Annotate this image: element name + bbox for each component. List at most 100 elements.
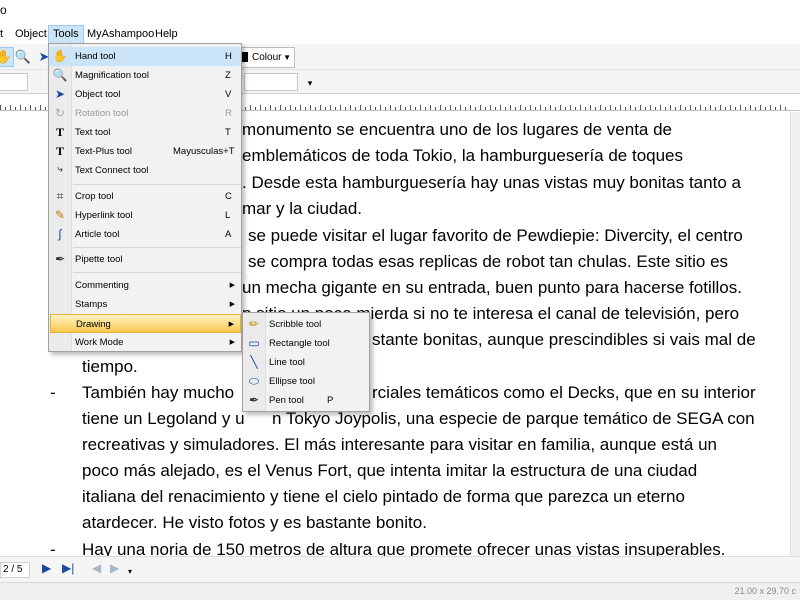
menu-item-ellipse-tool[interactable]: ⬭ Ellipse tool — [243, 372, 369, 391]
ruler-tick — [275, 107, 276, 110]
menu-item-line-tool[interactable]: ╲ Line tool — [243, 353, 369, 372]
menu-item-drawing[interactable]: Drawing ▶ — [50, 314, 241, 333]
menu-item-rectangle-tool[interactable]: ▭ Rectangle tool — [243, 334, 369, 353]
ruler-tick — [455, 107, 456, 110]
chevron-down-icon: ▼ — [283, 53, 291, 62]
menu-item-stamps[interactable]: Stamps ▶ — [49, 295, 241, 314]
ruler-tick — [345, 107, 346, 110]
next-page-icon[interactable]: ▶ — [42, 561, 51, 575]
ruler-tick — [560, 105, 561, 110]
ruler-tick — [565, 107, 566, 110]
ruler-tick — [330, 105, 331, 110]
magnifier-button[interactable]: 🔍 — [13, 47, 33, 67]
ruler-tick — [505, 107, 506, 110]
menu-item-work-mode[interactable]: Work Mode ▶ — [49, 333, 241, 352]
ruler-tick — [400, 105, 401, 110]
menu-item-article-tool[interactable]: ∫ Article tool A — [49, 225, 241, 244]
menu-item-pen-tool[interactable]: ✒ Pen tool P — [243, 391, 369, 410]
menu-item-commenting[interactable]: Commenting ▶ — [49, 276, 241, 295]
menu-item-crop-tool[interactable]: ⌗ Crop tool C — [49, 187, 241, 206]
doc-line: mar y la ciudad. — [242, 199, 362, 218]
article-icon: ∫ — [58, 227, 62, 241]
ruler-tick — [600, 105, 601, 110]
forward-icon[interactable]: ▶ — [110, 561, 119, 575]
menu-bar: t Object Tools MyAshampoo Help — [0, 25, 800, 44]
submenu-arrow-icon: ▶ — [229, 282, 235, 289]
vertical-scrollbar[interactable] — [790, 112, 800, 556]
menu-item-hyperlink-tool[interactable]: ✎ Hyperlink tool L — [49, 206, 241, 225]
ruler-tick — [340, 105, 341, 110]
ruler-tick — [40, 105, 41, 110]
menu-item-text-tool[interactable]: T Text tool T — [49, 123, 241, 142]
ruler-tick — [745, 107, 746, 110]
ruler-tick — [635, 107, 636, 110]
ruler-tick — [410, 105, 411, 110]
menu-item-scribble-tool[interactable]: ✏ Scribble tool — [243, 315, 369, 334]
ruler-tick — [765, 107, 766, 110]
magnifier-icon: 🔍 — [52, 68, 68, 82]
back-icon[interactable]: ◀ — [92, 561, 101, 575]
ruler-tick — [730, 105, 731, 110]
page-navigation-bar: 2 / 5 ▶ ▶| ◀ ▶ ▾ — [0, 556, 800, 582]
ellipse-icon: ⬭ — [248, 374, 260, 388]
ruler-tick — [750, 105, 751, 110]
text-connect-icon: ⤷ — [57, 164, 63, 175]
menu-help[interactable]: Help — [151, 25, 182, 44]
ruler-tick — [610, 105, 611, 110]
last-page-icon[interactable]: ▶| — [62, 561, 74, 575]
submenu-arrow-icon: ▶ — [229, 301, 235, 308]
ruler-tick — [525, 107, 526, 110]
colour-dropdown[interactable]: Colour ▼ — [233, 47, 295, 68]
ruler-tick — [510, 105, 511, 110]
ruler-tick — [250, 105, 251, 110]
menu-item-text-plus-tool[interactable]: T Text-Plus tool Mayusculas+T — [49, 142, 241, 161]
ruler-tick — [465, 107, 466, 110]
ruler-tick — [760, 105, 761, 110]
text-plus-icon: T — [55, 144, 64, 158]
ruler-tick — [435, 107, 436, 110]
menu-tools[interactable]: Tools — [48, 25, 84, 44]
menu-myashampoo[interactable]: MyAshampoo — [83, 25, 158, 44]
menu-item-text-connect-tool[interactable]: ⤷ Text Connect tool — [49, 161, 241, 180]
ruler-tick — [545, 107, 546, 110]
ruler-tick — [445, 107, 446, 110]
menu-item-pipette-tool[interactable]: ✒ Pipette tool — [49, 250, 241, 269]
menu-edit[interactable]: t — [0, 25, 7, 44]
menu-separator — [73, 184, 241, 185]
ruler-tick — [675, 107, 676, 110]
hand-tool-button[interactable]: ✋ — [0, 47, 14, 67]
menu-object[interactable]: Object — [11, 25, 51, 44]
ruler-tick — [770, 105, 771, 110]
doc-line: se compra todas esas replicas de robot t… — [248, 252, 729, 271]
ruler-tick — [570, 105, 571, 110]
doc-line: italiana del renacimiento y tiene el cie… — [82, 487, 685, 506]
menu-item-hand-tool[interactable]: ✋ Hand tool H — [49, 47, 241, 66]
ruler-tick — [605, 107, 606, 110]
font-field[interactable] — [0, 73, 28, 91]
chevron-down-icon[interactable]: ▾ — [128, 567, 132, 576]
ruler-tick — [420, 105, 421, 110]
ruler-tick — [625, 107, 626, 110]
doc-line: tiene un Legoland y u — [82, 409, 245, 428]
line-icon: ╲ — [250, 355, 258, 369]
ruler-tick — [715, 107, 716, 110]
pen-icon: ✒ — [248, 393, 260, 407]
ruler-tick — [470, 105, 471, 110]
menu-item-object-tool[interactable]: ➤ Object tool V — [49, 85, 241, 104]
ruler-tick — [690, 105, 691, 110]
ruler-tick — [665, 107, 666, 110]
ruler-tick — [710, 105, 711, 110]
menu-item-magnification-tool[interactable]: 🔍 Magnification tool Z — [49, 66, 241, 85]
size-field[interactable] — [244, 73, 298, 91]
ruler-tick — [450, 105, 451, 110]
ruler-tick — [315, 107, 316, 110]
ruler-tick — [375, 107, 376, 110]
ruler-tick — [535, 107, 536, 110]
ruler-tick — [280, 105, 281, 110]
chevron-down-icon[interactable]: ▾ — [300, 73, 320, 93]
ruler-tick — [540, 105, 541, 110]
ruler-tick — [705, 107, 706, 110]
page-number-field[interactable]: 2 / 5 — [0, 562, 30, 578]
ruler-tick — [780, 105, 781, 110]
ruler-tick — [590, 105, 591, 110]
